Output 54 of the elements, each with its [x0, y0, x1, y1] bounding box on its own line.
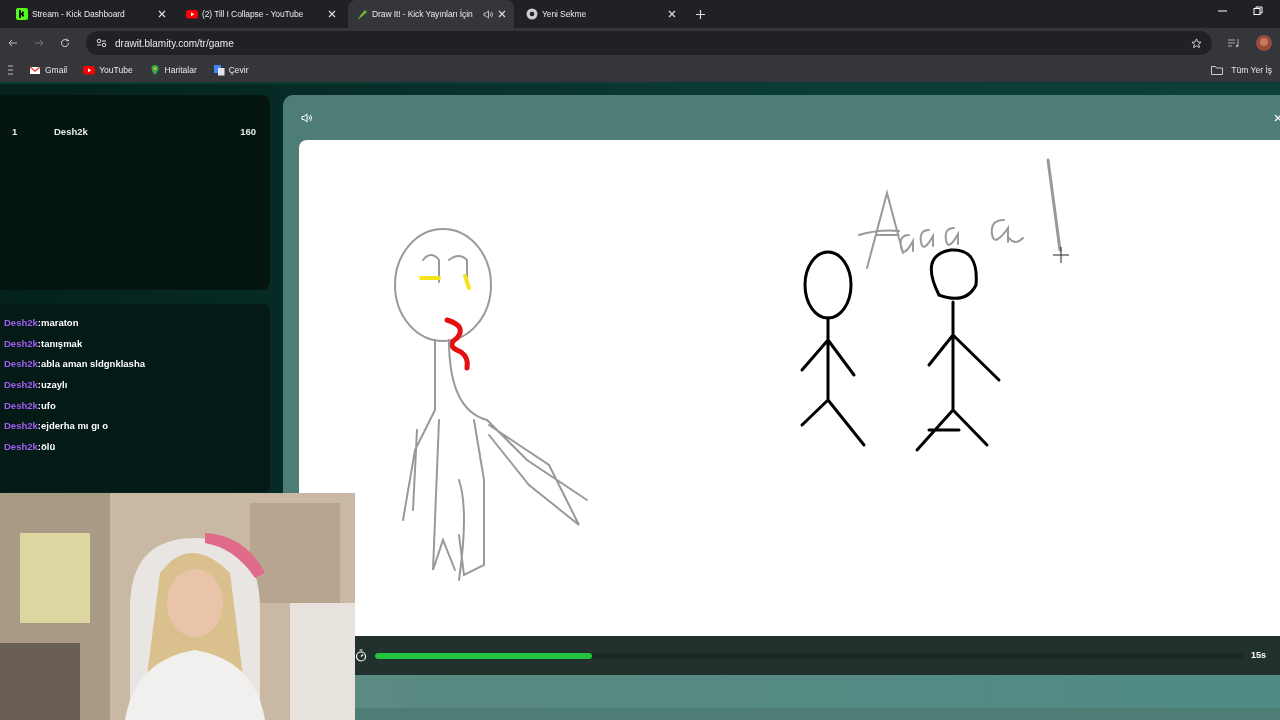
- chat-message: :ejderha mı gı o: [37, 419, 109, 434]
- media-icon[interactable]: [1228, 38, 1240, 48]
- chat-message: :abla aman sldgnklasha: [37, 357, 145, 372]
- speaker-icon[interactable]: [483, 9, 494, 19]
- chat-username: Desh2k: [4, 378, 38, 393]
- reload-icon[interactable]: [60, 38, 70, 48]
- chat-username: Desh2k: [4, 336, 38, 351]
- stopwatch-icon: [355, 649, 367, 662]
- browser-tab[interactable]: Draw It! - Kick Yayınları İçin: [348, 0, 514, 28]
- profile-avatar[interactable]: [1256, 35, 1272, 51]
- chat-username: Desh2k: [4, 398, 38, 413]
- bookmark[interactable]: Çevir: [212, 63, 249, 77]
- browser-tab[interactable]: (2) Till I Collapse - YouTube: [178, 0, 344, 28]
- chat-message: :uzaylı: [37, 378, 68, 393]
- chat-message: :ölü: [37, 440, 56, 455]
- all-bookmarks-button[interactable]: Tüm Yer İş: [1211, 63, 1272, 77]
- close-icon[interactable]: [668, 10, 676, 18]
- globe-icon: [526, 8, 538, 20]
- player-name: Desh2k: [54, 125, 89, 139]
- bookmark[interactable]: Gmail: [29, 63, 68, 77]
- chat-message: :tanışmak: [37, 336, 83, 351]
- rank-number: 1: [12, 125, 19, 139]
- play-logo-icon: [83, 64, 96, 76]
- speaker-icon[interactable]: [301, 112, 313, 123]
- bookmark[interactable]: Haritalar: [148, 63, 197, 77]
- close-icon[interactable]: [158, 10, 166, 18]
- folder-icon: [1211, 65, 1224, 75]
- apps-icon[interactable]: [8, 65, 13, 75]
- chat-username: Desh2k: [4, 357, 38, 372]
- chat-message: :ufo: [37, 398, 56, 413]
- pencil-icon: [356, 8, 368, 20]
- star-icon[interactable]: [1191, 37, 1202, 49]
- chat-username: Desh2k: [4, 440, 38, 455]
- play-logo-icon: [186, 8, 198, 20]
- new-tab-icon[interactable]: [696, 10, 705, 19]
- browser-tab[interactable]: Yeni Sekme: [518, 0, 684, 28]
- chat-username: Desh2k: [4, 419, 38, 434]
- forward-icon[interactable]: [34, 38, 44, 48]
- time-remaining: 15s: [1250, 648, 1266, 662]
- chat-username: Desh2k: [4, 316, 38, 330]
- crosshair-cursor-icon: [1052, 246, 1070, 264]
- player-score: 160: [240, 125, 256, 139]
- site-settings-icon[interactable]: [96, 38, 107, 48]
- translate-icon: [212, 64, 225, 76]
- bookmark[interactable]: YouTube: [83, 63, 133, 77]
- close-icon[interactable]: [498, 10, 506, 18]
- back-icon[interactable]: [8, 38, 18, 48]
- chat-message: :maraton: [37, 316, 79, 330]
- browser-tab[interactable]: Stream - Kick Dashboard: [8, 0, 174, 28]
- mail-icon: [29, 64, 41, 76]
- close-icon[interactable]: [328, 10, 336, 18]
- map-pin-icon: [148, 64, 161, 76]
- k-logo-icon: [16, 8, 28, 20]
- window-controls-icon[interactable]: [1218, 6, 1264, 16]
